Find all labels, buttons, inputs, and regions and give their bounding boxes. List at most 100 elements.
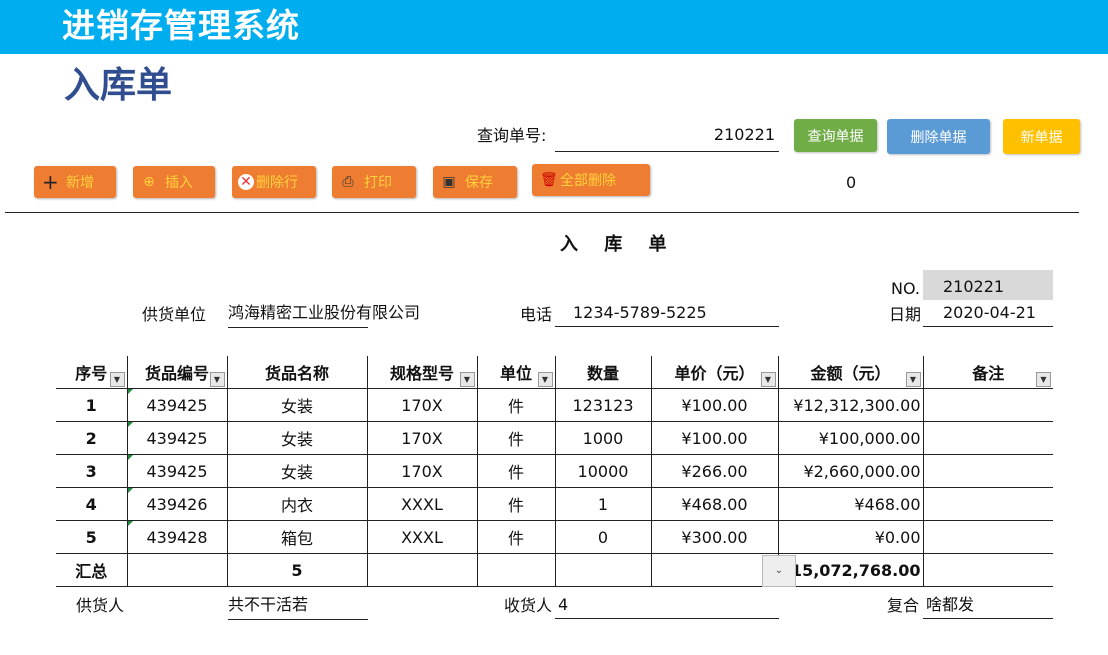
dropdown-arrow-icon[interactable]: ▼ <box>760 372 776 387</box>
col-header[interactable]: 备注 ▼ <box>922 356 1053 389</box>
total-row: 汇总 5 ¥15,072,768.00 <box>56 553 1053 587</box>
cell-name[interactable]: 箱包 <box>226 520 368 554</box>
delete-all-button[interactable]: 🗑 全部删除 <box>532 164 650 196</box>
cell-name[interactable]: 女装 <box>226 388 368 422</box>
supplier-person-field[interactable]: 共不干活若 <box>228 595 368 620</box>
cell-unit[interactable]: 件 <box>476 421 556 455</box>
cell-price[interactable]: ¥100.00 <box>650 421 779 455</box>
dropdown-arrow-icon[interactable]: ▼ <box>537 372 553 387</box>
cell-qty[interactable]: 123123 <box>554 388 652 422</box>
cell-code[interactable]: 439428 <box>126 520 228 554</box>
cell-spec[interactable]: 170X <box>366 421 478 455</box>
cell-spec[interactable]: XXXL <box>366 520 478 554</box>
cell-price[interactable]: ¥468.00 <box>650 487 779 521</box>
total-amount: ¥15,072,768.00 <box>777 553 924 587</box>
col-header[interactable]: 数量 <box>554 356 652 389</box>
cell-note[interactable] <box>922 388 1053 422</box>
cell-empty[interactable] <box>476 553 556 587</box>
cell-spec[interactable]: 170X <box>366 454 478 488</box>
save-button[interactable]: ▣ 保存 <box>433 166 517 198</box>
delete-row-button-label: 删除行 <box>256 175 298 191</box>
cell-amount[interactable]: ¥12,312,300.00 <box>777 388 924 422</box>
receiver-label: 收货人 <box>504 596 553 615</box>
add-button[interactable]: + 新增 <box>34 166 116 198</box>
document-title: 入 库 单 <box>560 234 677 255</box>
cell-index[interactable]: 2 <box>56 421 128 455</box>
cell-qty[interactable]: 0 <box>554 520 652 554</box>
supplier-person-label: 供货人 <box>76 596 125 615</box>
cell-empty[interactable] <box>650 553 779 587</box>
cell-spec[interactable]: 170X <box>366 388 478 422</box>
delete-row-icon: ✕ <box>238 174 254 190</box>
cell-note[interactable] <box>922 421 1053 455</box>
cell-spec[interactable]: XXXL <box>366 487 478 521</box>
print-icon: ⎙ <box>342 174 354 190</box>
cell-code[interactable]: 439425 <box>126 421 228 455</box>
cell-empty[interactable] <box>554 553 652 587</box>
reviewer-label: 复合 <box>887 596 920 615</box>
cell-index[interactable]: 1 <box>56 388 128 422</box>
cell-code[interactable]: 439425 <box>126 454 228 488</box>
cell-index[interactable]: 4 <box>56 487 128 521</box>
col-header[interactable]: 货品编号 ▼ <box>126 356 228 389</box>
cell-amount[interactable]: ¥100,000.00 <box>777 421 924 455</box>
query-label: 查询单号: <box>477 126 547 145</box>
dropdown-arrow-icon[interactable]: ▼ <box>109 372 125 387</box>
dropdown-arrow-icon[interactable]: ▼ <box>209 372 225 387</box>
combo-dropdown-icon[interactable]: ⌄ <box>762 555 796 587</box>
phone-label: 电话 <box>520 305 553 324</box>
reviewer-field[interactable]: 啥都发 <box>923 595 1053 619</box>
cell-amount[interactable]: ¥0.00 <box>777 520 924 554</box>
cell-note[interactable] <box>922 487 1053 521</box>
cell-code[interactable]: 439426 <box>126 487 228 521</box>
delete-row-button[interactable]: ✕ 删除行 <box>232 166 316 198</box>
date-field[interactable]: 2020-04-21 <box>923 303 1053 327</box>
cell-unit[interactable]: 件 <box>476 487 556 521</box>
cell-price[interactable]: ¥100.00 <box>650 388 779 422</box>
cell-unit[interactable]: 件 <box>476 388 556 422</box>
cell-empty[interactable] <box>126 553 228 587</box>
table-row: 4 439426 内衣 XXXL 件 1 ¥468.00 ¥468.00 <box>56 487 1053 521</box>
cell-empty[interactable] <box>922 553 1053 587</box>
col-header[interactable]: 规格型号 ▼ <box>366 356 478 389</box>
phone-field[interactable]: 1234-5789-5225 <box>555 303 779 327</box>
col-header[interactable]: 金额（元） ▼ <box>777 356 924 389</box>
col-header[interactable]: 单位 ▼ <box>476 356 556 389</box>
trash-icon: 🗑 <box>540 172 558 188</box>
supplier-label: 供货单位 <box>142 305 207 324</box>
delete-document-button[interactable]: 删除单据 <box>887 119 990 154</box>
query-number-input[interactable]: 210221 <box>555 124 779 152</box>
receiver-field[interactable]: 4 <box>555 595 779 619</box>
col-header[interactable]: 单价（元） ▼ <box>650 356 779 389</box>
new-document-button[interactable]: 新单据 <box>1003 119 1080 154</box>
table-row: 1 439425 女装 170X 件 123123 ¥100.00 ¥12,31… <box>56 388 1053 422</box>
insert-button[interactable]: ⊕ 插入 <box>133 166 215 198</box>
cell-note[interactable] <box>922 520 1053 554</box>
dropdown-arrow-icon[interactable]: ▼ <box>1036 372 1051 387</box>
cell-name[interactable]: 内衣 <box>226 487 368 521</box>
query-document-button[interactable]: 查询单据 <box>794 119 877 152</box>
cell-price[interactable]: ¥266.00 <box>650 454 779 488</box>
cell-price[interactable]: ¥300.00 <box>650 520 779 554</box>
dropdown-arrow-icon[interactable]: ▼ <box>459 372 475 387</box>
cell-note[interactable] <box>922 454 1053 488</box>
cell-name[interactable]: 女装 <box>226 421 368 455</box>
cell-index[interactable]: 5 <box>56 520 128 554</box>
supplier-field[interactable]: 鸿海精密工业股份有限公司 <box>228 303 420 328</box>
cell-qty[interactable]: 10000 <box>554 454 652 488</box>
col-header[interactable]: 货品名称 <box>226 356 368 389</box>
cell-amount[interactable]: ¥2,660,000.00 <box>777 454 924 488</box>
print-button[interactable]: ⎙ 打印 <box>332 166 416 198</box>
cell-qty[interactable]: 1 <box>554 487 652 521</box>
cell-unit[interactable]: 件 <box>476 520 556 554</box>
cell-qty[interactable]: 1000 <box>554 421 652 455</box>
cell-amount[interactable]: ¥468.00 <box>777 487 924 521</box>
cell-code[interactable]: 439425 <box>126 388 228 422</box>
col-header[interactable]: 序号 ▼ <box>56 356 128 389</box>
cell-empty[interactable] <box>366 553 478 587</box>
cell-index[interactable]: 3 <box>56 454 128 488</box>
cell-unit[interactable]: 件 <box>476 454 556 488</box>
total-label: 汇总 <box>56 553 128 587</box>
dropdown-arrow-icon[interactable]: ▼ <box>905 372 921 387</box>
cell-name[interactable]: 女装 <box>226 454 368 488</box>
